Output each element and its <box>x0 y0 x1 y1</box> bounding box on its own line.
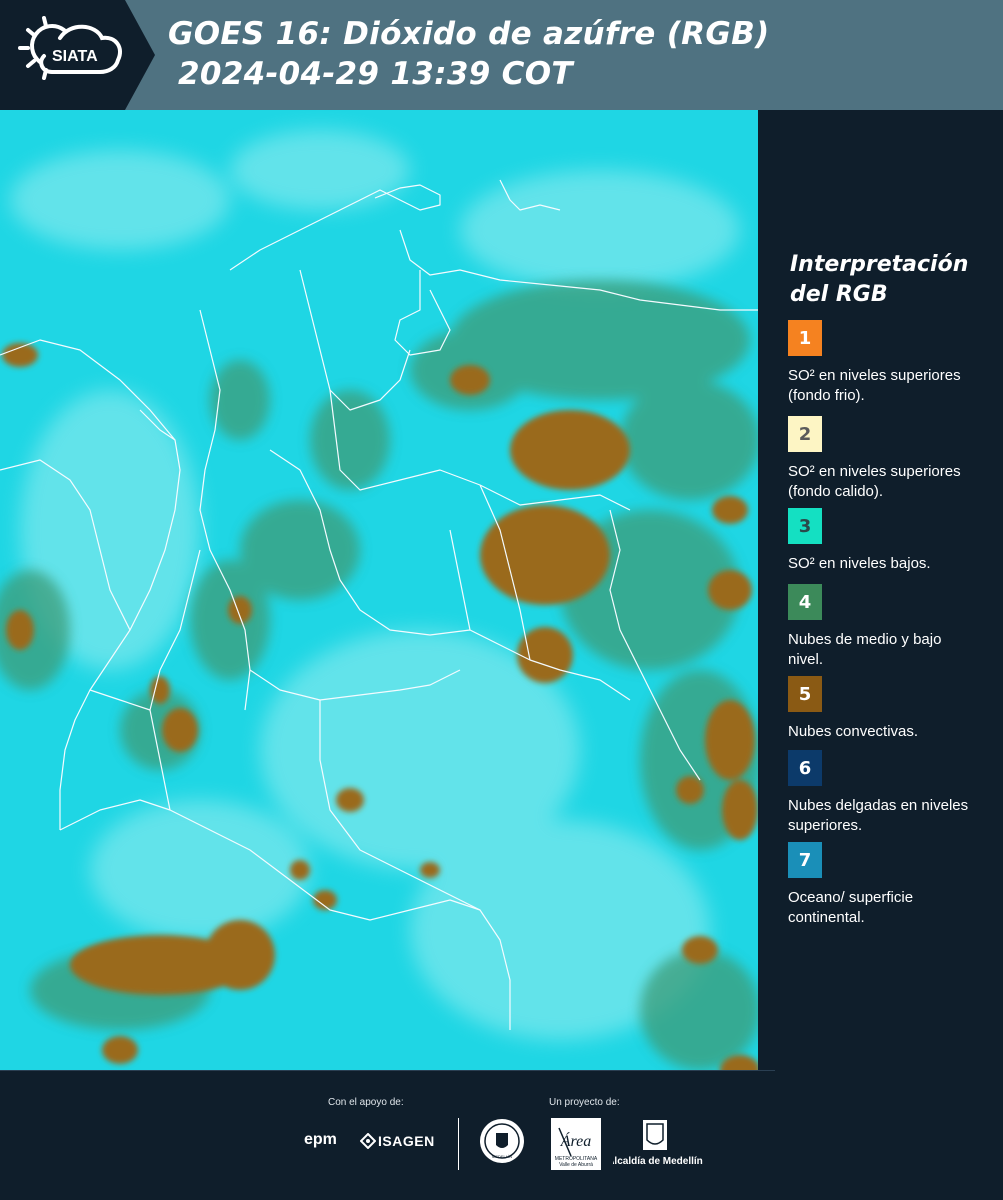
legend-swatch-6: 6 <box>788 750 822 786</box>
legend-label-4: Nubes de medio y bajo nivel. <box>788 631 942 668</box>
legend-title-line2: del RGB <box>790 282 888 307</box>
legend-swatch-5: 5 <box>788 676 822 712</box>
area-metropolitana-logo: Área METROPOLITANA Valle de Aburrá <box>551 1118 601 1170</box>
seal-text: MEDELLÍN <box>492 1154 512 1159</box>
legend-swatch-2: 2 <box>788 416 822 452</box>
legend-item-7: 7 Oceano/ superficie continental. <box>788 842 988 928</box>
legend-item-6: 6 Nubes delgadas en niveles superiores. <box>788 750 988 836</box>
legend-label-6: Nubes delgadas en niveles superiores. <box>788 797 969 834</box>
legend-item-2: 2 SO² en niveles superiores (fondo calid… <box>788 416 988 502</box>
isagen-mark-icon <box>360 1133 376 1149</box>
legend-item-4: 4 Nubes de medio y bajo nivel. <box>788 584 988 670</box>
legend-item-5: 5 Nubes convectivas. <box>788 676 988 742</box>
map-timestamp: 2024-04-29 13:39 COT <box>178 56 573 92</box>
medellin-seal-icon: MEDELLÍN <box>480 1119 524 1163</box>
isagen-logo: ISAGEN <box>378 1133 435 1149</box>
project-label: Un proyecto de: <box>549 1097 620 1108</box>
map-title: GOES 16: Dióxido de azúfre (RGB) <box>168 16 770 52</box>
header-bar: SIATA GOES 16: Dióxido de azúfre (RGB) 2… <box>0 0 1003 110</box>
legend-title: Interpretación del RGB <box>790 250 968 310</box>
footer-divider-line <box>0 1070 775 1071</box>
alcaldia-medellin-logo: Alcaldía de Medellín <box>613 1120 703 1167</box>
siata-logo-text: SIATA <box>52 48 98 65</box>
legend-swatch-3: 3 <box>788 508 822 544</box>
legend-label-3: SO² en niveles bajos. <box>788 555 931 572</box>
legend-label-2: SO² en niveles superiores (fondo calido)… <box>788 463 961 500</box>
legend-label-5: Nubes convectivas. <box>788 723 919 740</box>
siata-logo: SIATA <box>0 0 155 110</box>
legend-item-1: 1 SO² en niveles superiores (fondo frio)… <box>788 320 988 406</box>
area-logo-sub2: Valle de Aburrá <box>559 1162 593 1168</box>
legend-swatch-4: 4 <box>788 584 822 620</box>
legend-label-1: SO² en niveles superiores (fondo frio). <box>788 367 961 404</box>
legend-item-3: 3 SO² en niveles bajos. <box>788 508 988 574</box>
page: SIATA GOES 16: Dióxido de azúfre (RGB) 2… <box>0 0 1003 1200</box>
legend-label-7: Oceano/ superficie continental. <box>788 889 914 926</box>
alcaldia-logo-text: Alcaldía de Medellín <box>613 1156 703 1167</box>
legend-swatch-7: 7 <box>788 842 822 878</box>
footer-vertical-divider <box>458 1118 459 1170</box>
legend-swatch-1: 1 <box>788 320 822 356</box>
support-label: Con el apoyo de: <box>328 1097 404 1108</box>
footer: Con el apoyo de: Un proyecto de: epm ISA… <box>0 1070 1003 1200</box>
satellite-image <box>0 110 758 1070</box>
legend-title-line1: Interpretación <box>790 252 969 277</box>
legend-panel: Interpretación del RGB 1 SO² en niveles … <box>758 110 1003 1070</box>
epm-logo: epm <box>304 1131 337 1148</box>
